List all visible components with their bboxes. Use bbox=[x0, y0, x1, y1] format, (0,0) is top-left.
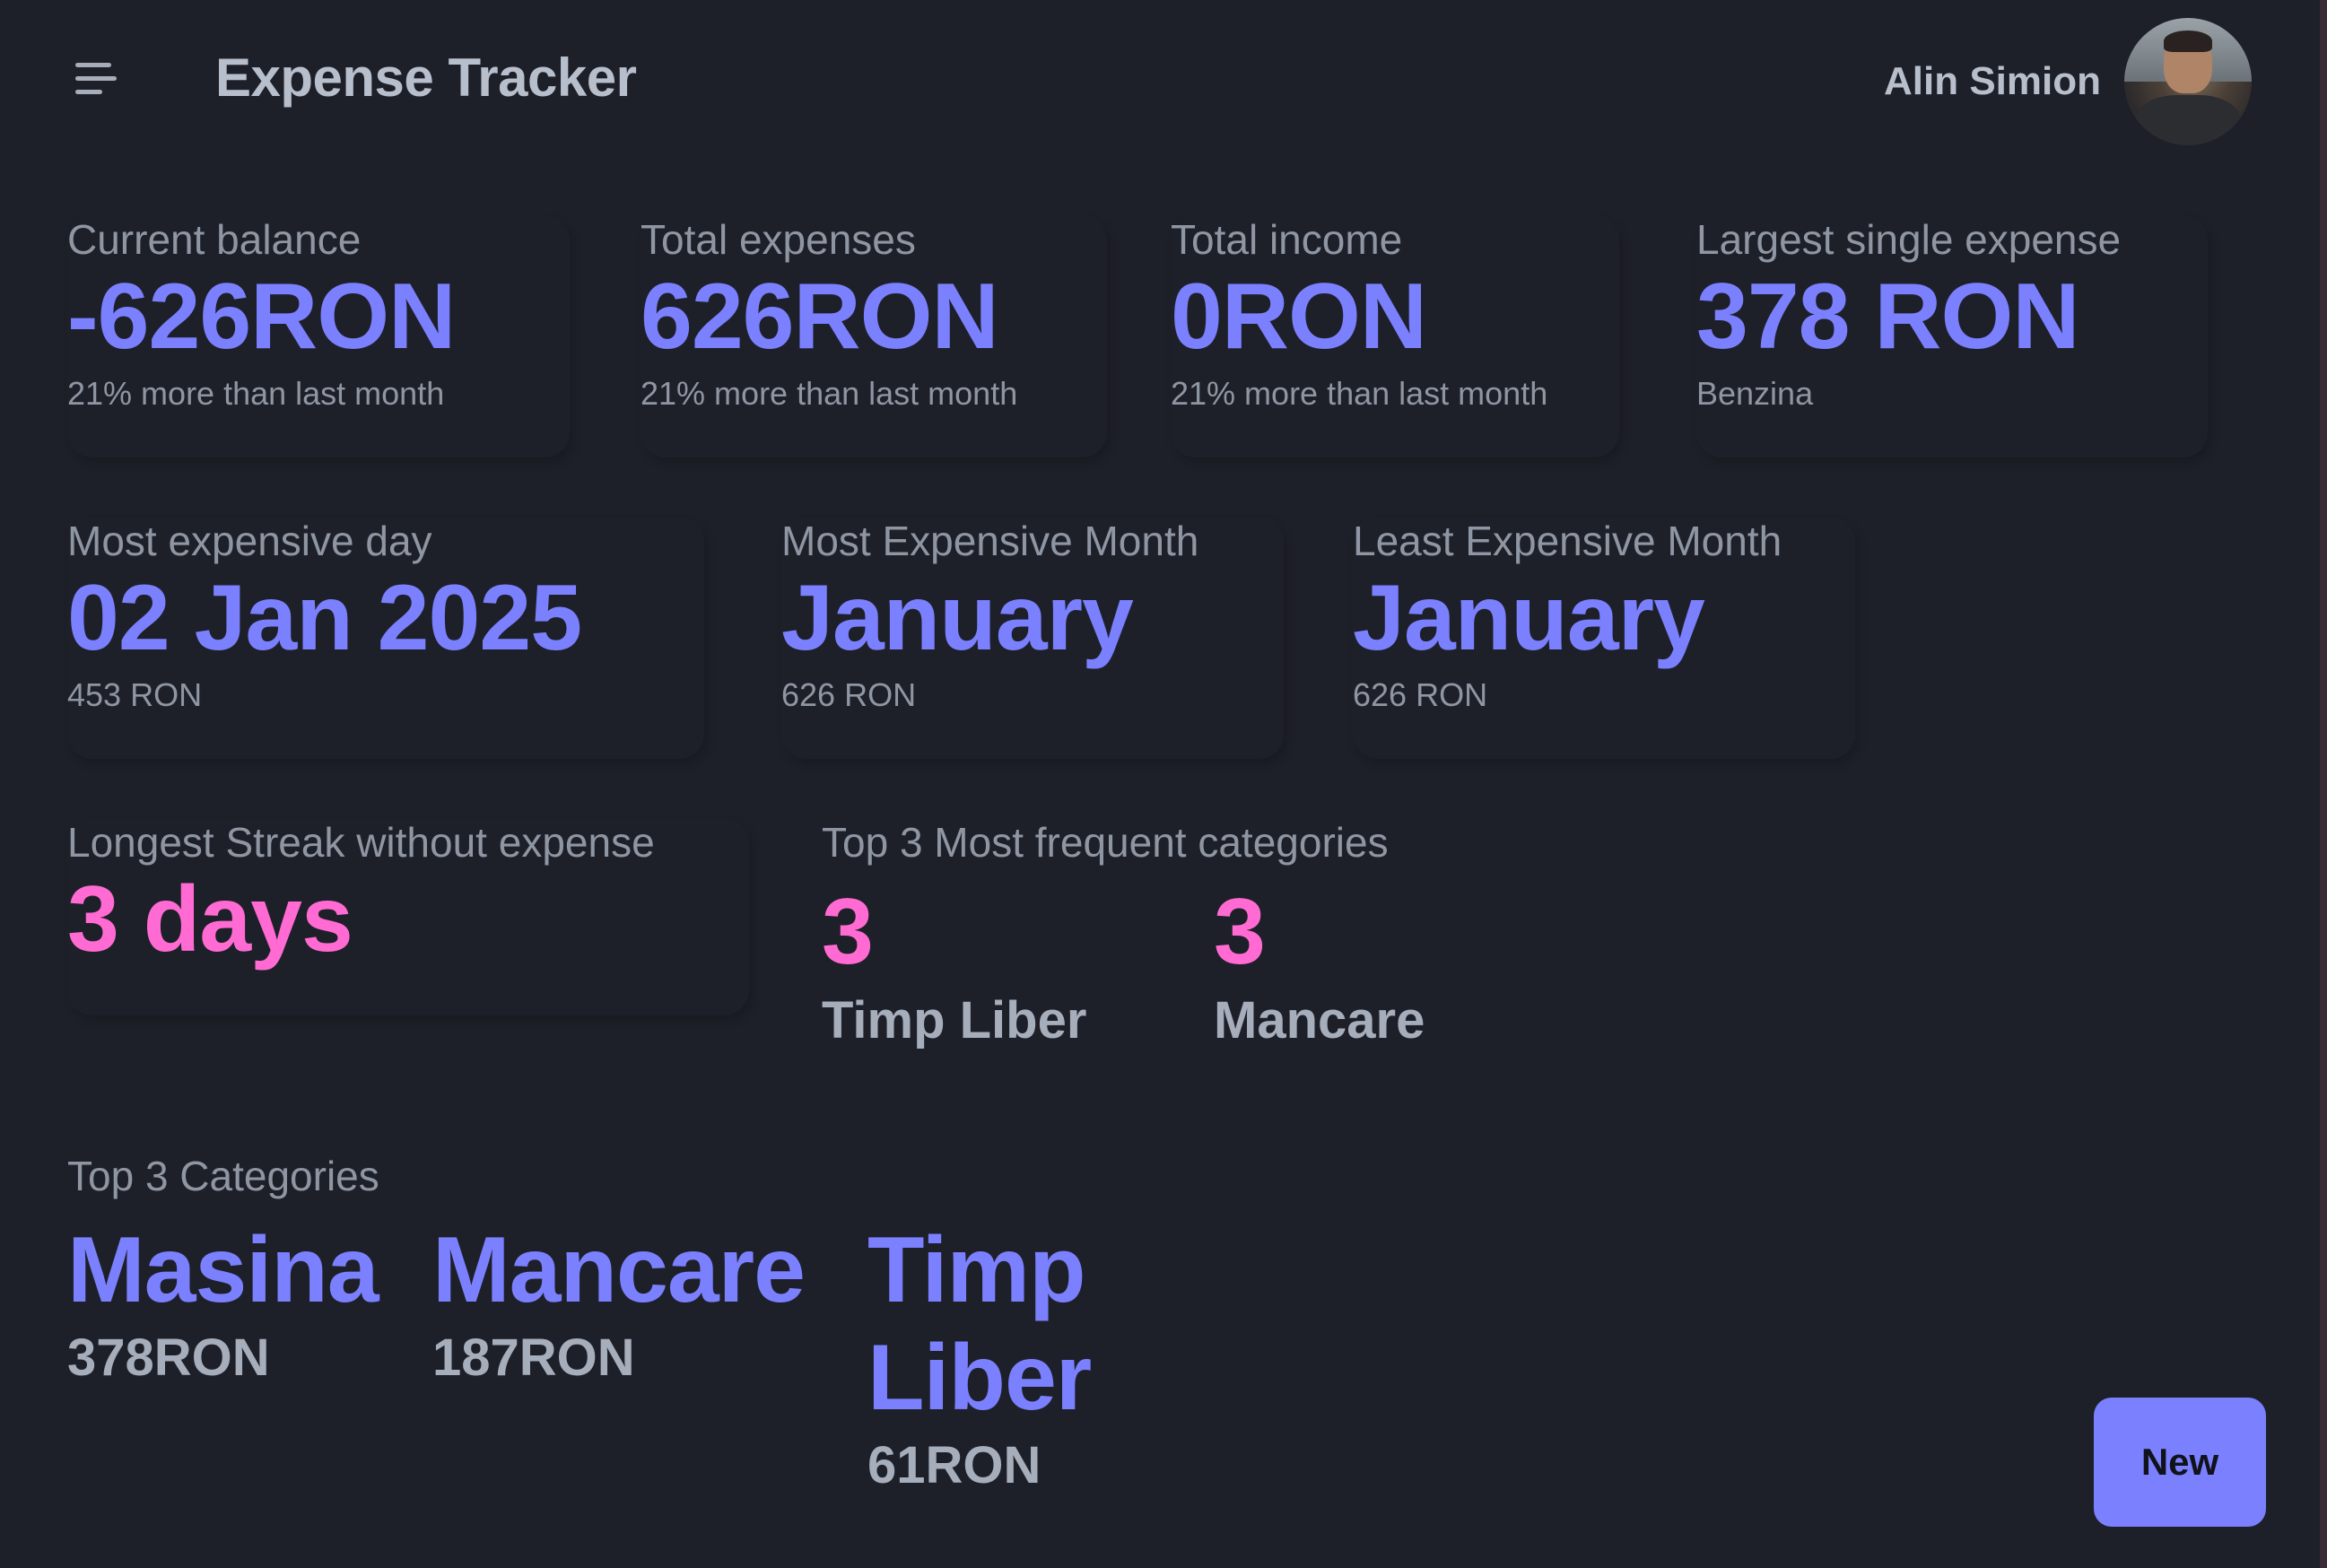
top-categories-header: Top 3 Categories bbox=[67, 1152, 606, 1206]
current-balance-card: Current balance -626RON 21% more than la… bbox=[67, 215, 570, 457]
top-category-value: 61RON bbox=[867, 1436, 1041, 1494]
current-balance-label: Current balance bbox=[67, 216, 362, 263]
total-income-desc: 21% more than last month bbox=[1171, 375, 1548, 412]
longest-streak-card: Longest Streak without expense 3 days bbox=[67, 818, 749, 1015]
largest-expense-card: Largest single expense 378 RON Benzina bbox=[1696, 215, 2208, 457]
frequent-categories-header: Top 3 Most frequent categories bbox=[822, 818, 1450, 872]
total-expenses-desc: 21% more than last month bbox=[641, 375, 1018, 412]
total-expenses-card: Total expenses 626RON 21% more than last… bbox=[641, 215, 1107, 457]
most-expensive-day-label: Most expensive day bbox=[67, 518, 432, 564]
least-expensive-month-label: Least Expensive Month bbox=[1353, 518, 1782, 564]
total-expenses-value: 626RON bbox=[641, 265, 999, 369]
total-income-label: Total income bbox=[1171, 216, 1403, 263]
top-category-name: Mancare bbox=[432, 1218, 806, 1322]
total-income-card: Total income 0RON 21% more than last mon… bbox=[1171, 215, 1619, 457]
most-expensive-day-card: Most expensive day 02 Jan 2025 453 RON bbox=[67, 517, 704, 759]
menu-line-middle bbox=[75, 76, 117, 81]
menu-line-top bbox=[75, 63, 111, 67]
user-name: Alin Simion bbox=[1884, 59, 2101, 103]
user-avatar[interactable] bbox=[2124, 18, 2252, 145]
largest-expense-label: Largest single expense bbox=[1696, 216, 2122, 263]
top-category-value: 378RON bbox=[67, 1328, 270, 1387]
frequent-category-count: 3 bbox=[822, 880, 874, 984]
new-expense-button[interactable]: New bbox=[2094, 1398, 2266, 1527]
app-title[interactable]: Expense Tracker bbox=[215, 47, 637, 109]
most-expensive-month-card: Most Expensive Month January 626 RON bbox=[781, 517, 1284, 759]
menu-icon[interactable] bbox=[72, 59, 120, 99]
total-expenses-label: Total expenses bbox=[641, 216, 916, 263]
avatar-hair bbox=[2164, 30, 2212, 52]
most-expensive-day-value: 02 Jan 2025 bbox=[67, 566, 582, 670]
window-edge bbox=[2320, 0, 2327, 1568]
current-balance-value: -626RON bbox=[67, 265, 456, 369]
menu-line-bottom bbox=[75, 90, 102, 94]
top-category-name-line2: Liber bbox=[867, 1326, 1092, 1430]
avatar-body bbox=[2135, 95, 2241, 145]
total-income-value: 0RON bbox=[1171, 265, 1427, 369]
largest-expense-desc: Benzina bbox=[1696, 375, 1814, 412]
frequent-categories-label: Top 3 Most frequent categories bbox=[822, 819, 1389, 866]
most-expensive-month-value: January bbox=[781, 566, 1134, 670]
most-expensive-month-desc: 626 RON bbox=[781, 676, 917, 713]
top-category-name-line1: Timp bbox=[867, 1218, 1086, 1322]
frequent-category-name: Mancare bbox=[1214, 991, 1425, 1050]
most-expensive-day-desc: 453 RON bbox=[67, 676, 203, 713]
frequent-category-name: Timp Liber bbox=[822, 991, 1087, 1050]
most-expensive-month-label: Most Expensive Month bbox=[781, 518, 1199, 564]
top-category-value: 187RON bbox=[432, 1328, 635, 1387]
largest-expense-value: 378 RON bbox=[1696, 265, 2080, 369]
least-expensive-month-value: January bbox=[1353, 566, 1705, 670]
longest-streak-value: 3 days bbox=[67, 867, 353, 971]
least-expensive-month-desc: 626 RON bbox=[1353, 676, 1488, 713]
frequent-category-count: 3 bbox=[1214, 880, 1266, 984]
longest-streak-label: Longest Streak without expense bbox=[67, 819, 655, 866]
top-category-name: Masina bbox=[67, 1218, 379, 1322]
top-categories-label: Top 3 Categories bbox=[67, 1153, 379, 1199]
least-expensive-month-card: Least Expensive Month January 626 RON bbox=[1353, 517, 1855, 759]
current-balance-desc: 21% more than last month bbox=[67, 375, 445, 412]
